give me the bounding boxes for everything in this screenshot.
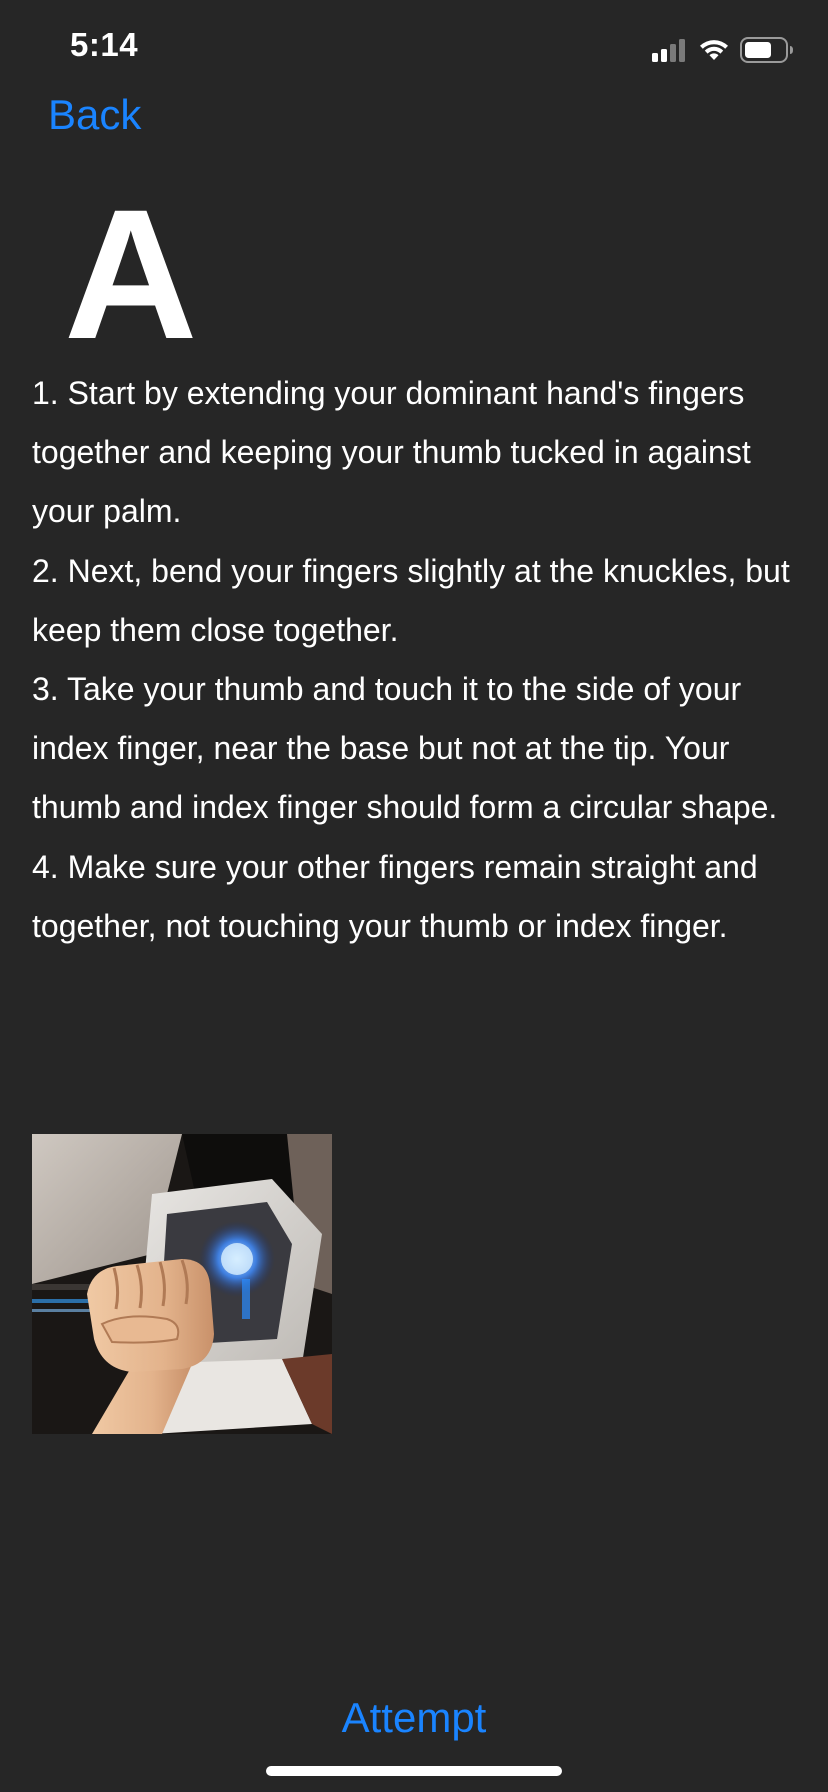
instruction-list: 1. Start by extending your dominant hand…	[32, 364, 807, 956]
cellular-signal-icon	[652, 39, 685, 62]
hand-sign-photo	[32, 1134, 332, 1434]
instruction-step: 4. Make sure your other fingers remain s…	[32, 848, 758, 944]
instruction-step: 2. Next, bend your fingers slightly at t…	[32, 552, 790, 648]
status-icons	[652, 36, 794, 64]
status-time: 5:14	[70, 26, 139, 63]
hand-fist-illustration	[32, 1134, 332, 1434]
home-indicator[interactable]	[266, 1766, 562, 1776]
wifi-icon	[700, 40, 728, 60]
back-button[interactable]: Back	[48, 90, 141, 140]
instruction-step: 1. Start by extending your dominant hand…	[32, 375, 751, 530]
battery-icon	[740, 37, 793, 63]
status-bar: 5:14	[0, 0, 828, 100]
instruction-step: 3. Take your thumb and touch it to the s…	[32, 671, 778, 826]
letter-heading: A	[64, 172, 198, 378]
attempt-button[interactable]: Attempt	[0, 1688, 828, 1748]
